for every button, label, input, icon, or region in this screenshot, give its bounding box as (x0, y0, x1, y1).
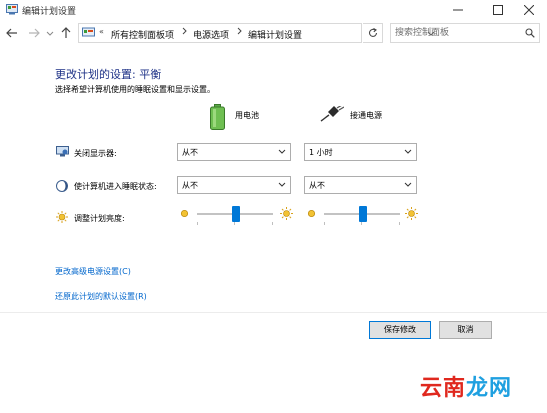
chevron-down-icon (46, 31, 54, 36)
breadcrumb-edit-plan-settings[interactable]: 编辑计划设置 (248, 28, 302, 41)
watermark-part-2: 龙网 (466, 376, 513, 401)
slider-thumb[interactable] (232, 206, 240, 222)
sleep-plugged-value: 从不 (309, 181, 325, 190)
breadcrumb-power-options[interactable]: 电源选项 (193, 28, 229, 41)
page-subtitle: 选择希望计算机使用的睡眠设置和显示设置。 (55, 85, 215, 94)
sleep-label: 使计算机进入睡眠状态: (74, 182, 157, 191)
chevron-down-icon (404, 149, 412, 154)
column-header-battery: 用电池 (235, 111, 259, 120)
breadcrumb-all-control-panel-items[interactable]: 所有控制面板项 (111, 28, 174, 41)
forward-arrow-icon (29, 28, 40, 38)
page-title: 更改计划的设置: 平衡 (55, 68, 162, 81)
back-button[interactable] (6, 28, 20, 42)
sleep-plugged-select[interactable]: 从不 (304, 176, 417, 194)
watermark-part-1: 云南 (420, 376, 467, 401)
refresh-icon (368, 28, 378, 37)
display-off-label: 关闭显示器: (74, 149, 117, 158)
slider-tick (272, 222, 273, 225)
close-icon (524, 5, 534, 15)
window-title: 编辑计划设置 (22, 7, 77, 17)
slider-tick (234, 222, 235, 225)
address-bar[interactable]: « 所有控制面板项 电源选项 编辑计划设置 (78, 23, 435, 43)
title-bar: 编辑计划设置 (0, 0, 547, 20)
power-plug-icon (320, 104, 345, 125)
slider-tick (324, 222, 325, 225)
advanced-power-settings-link[interactable]: 更改高级电源设置(C) (55, 266, 131, 277)
search-box (390, 23, 540, 43)
restore-defaults-link[interactable]: 还原此计划的默认设置(R) (55, 291, 147, 302)
display-off-battery-select[interactable]: 从不 (177, 143, 291, 161)
display-off-plugged-value: 1 小时 (309, 148, 333, 157)
chevron-down-icon (278, 149, 286, 154)
brightness-high-icon (280, 207, 293, 223)
cancel-button[interactable]: 取消 (439, 321, 492, 339)
forward-button[interactable] (28, 28, 42, 42)
recent-locations-button[interactable] (46, 30, 60, 44)
sleep-moon-icon (56, 180, 68, 195)
brightness-low-icon (307, 209, 316, 221)
breadcrumb-separator-icon[interactable] (182, 27, 188, 37)
slider-tick (361, 222, 362, 225)
close-button[interactable] (511, 0, 547, 20)
brightness-battery-slider[interactable] (197, 205, 273, 227)
up-button[interactable] (61, 27, 75, 41)
minimize-icon (453, 9, 463, 11)
search-input[interactable] (395, 26, 515, 40)
slider-thumb[interactable] (359, 206, 367, 222)
control-panel-icon (82, 27, 96, 42)
battery-icon (210, 104, 225, 133)
back-arrow-icon (6, 28, 17, 38)
save-button[interactable]: 保存修改 (369, 321, 431, 339)
sleep-battery-select[interactable]: 从不 (177, 176, 291, 194)
brightness-sun-icon (56, 211, 68, 226)
monitor-icon (56, 146, 69, 160)
up-arrow-icon (61, 27, 71, 38)
brightness-label: 调整计划亮度: (74, 214, 125, 223)
divider (0, 312, 547, 313)
brightness-plugged-slider[interactable] (324, 205, 400, 227)
watermark: 云南龙网 (420, 370, 512, 402)
slider-tick (197, 222, 198, 225)
display-off-plugged-select[interactable]: 1 小时 (304, 143, 417, 161)
column-header-plugged-in: 接通电源 (350, 111, 382, 120)
search-icon[interactable] (525, 28, 535, 41)
display-off-battery-value: 从不 (182, 148, 198, 157)
brightness-low-icon (180, 209, 189, 221)
minimize-button[interactable] (440, 0, 476, 20)
brightness-high-icon (405, 207, 418, 223)
chevron-down-icon (404, 182, 412, 187)
sleep-battery-value: 从不 (182, 181, 198, 190)
breadcrumb-overflow[interactable]: « (99, 27, 104, 36)
maximize-icon (493, 5, 503, 15)
breadcrumb-separator-icon[interactable] (237, 27, 243, 37)
refresh-button[interactable] (363, 23, 383, 43)
chevron-down-icon (278, 182, 286, 187)
control-panel-icon (6, 4, 18, 15)
slider-tick (399, 222, 400, 225)
